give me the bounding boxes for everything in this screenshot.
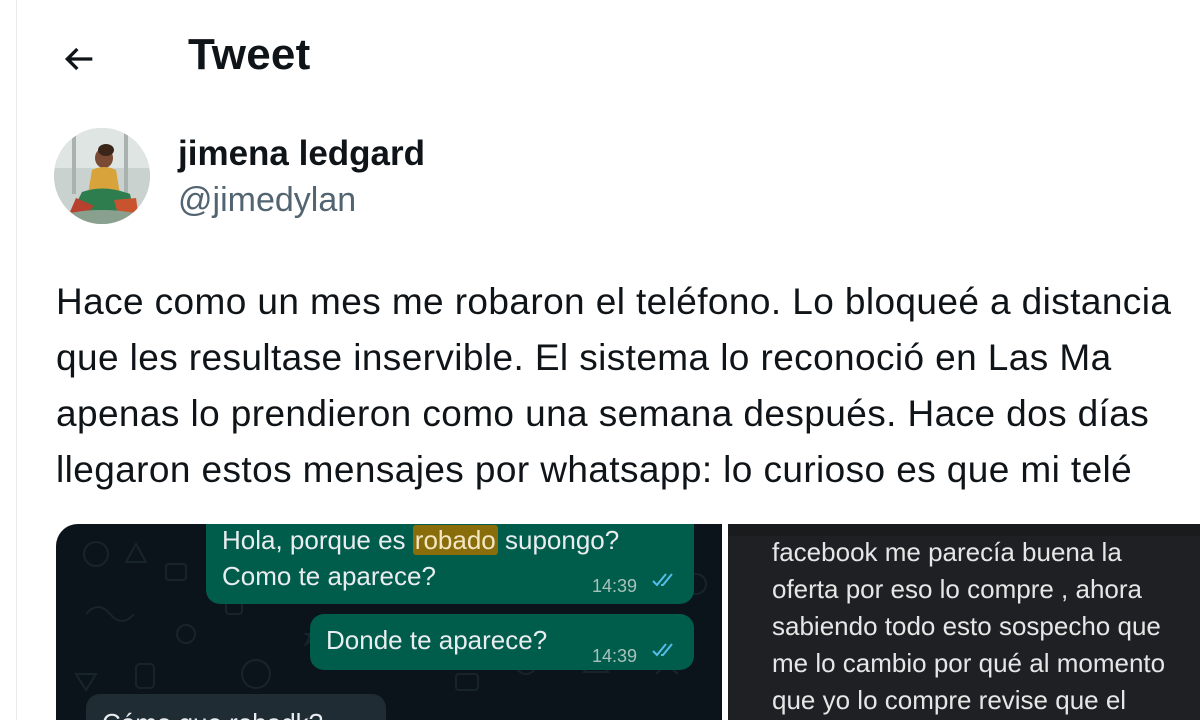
read-ticks-icon bbox=[652, 573, 673, 587]
page-title: Tweet bbox=[188, 30, 311, 79]
avatar-photo bbox=[54, 128, 150, 224]
message-time: 14:39 bbox=[592, 646, 638, 666]
message-line: oferta por eso lo compre , ahora bbox=[772, 574, 1142, 604]
tweet-line: Hace como un mes me robaron el teléfono.… bbox=[56, 281, 1172, 322]
header: Tweet bbox=[0, 0, 1200, 116]
tweet-text: Hace como un mes me robaron el teléfono.… bbox=[56, 274, 1200, 498]
message-line: sabiendo todo esto sospecho que bbox=[772, 611, 1161, 641]
tweet-media: Hola, porque es robado supongo? Como te … bbox=[56, 524, 1200, 720]
search-highlight: robado bbox=[412, 525, 498, 555]
tweet-page: Tweet jimena ledgard @jimedylan Hace com… bbox=[0, 0, 1200, 720]
media-image-whatsapp-chat[interactable]: Hola, porque es robado supongo? Como te … bbox=[56, 524, 722, 720]
avatar[interactable] bbox=[54, 128, 150, 224]
message-line: me lo cambio por qué al momento bbox=[772, 648, 1166, 678]
outgoing-message-bubble[interactable]: Donde te aparece? 14:39 bbox=[310, 614, 694, 670]
tweet-line: apenas lo prendieron como una semana des… bbox=[56, 393, 1150, 434]
arrow-left-icon bbox=[64, 47, 93, 71]
message-line: que yo lo compre revise que el bbox=[772, 685, 1127, 715]
message-line: facebook me parecía buena la bbox=[772, 537, 1122, 567]
message-time: 14:39 bbox=[592, 576, 638, 596]
author-handle[interactable]: @jimedylan bbox=[178, 181, 356, 220]
message-line: Donde te aparece? bbox=[326, 625, 548, 655]
author-display-name[interactable]: jimena ledgard bbox=[178, 134, 425, 174]
message-line: Hola, porque es robado supongo? bbox=[222, 525, 620, 555]
back-button[interactable] bbox=[56, 38, 102, 80]
tweet-line: que les resultase inservible. El sistema… bbox=[56, 337, 1112, 378]
message-text-block: facebook me parecía buena la oferta por … bbox=[772, 534, 1165, 719]
outgoing-message-bubble[interactable]: Hola, porque es robado supongo? Como te … bbox=[206, 524, 694, 604]
read-ticks-icon bbox=[652, 643, 673, 657]
message-line: Cómo que robadk? bbox=[102, 708, 323, 720]
incoming-message-bubble[interactable]: Cómo que robadk? bbox=[86, 694, 386, 720]
tweet-line: llegaron estos mensajes por whatsapp: lo… bbox=[56, 449, 1133, 490]
media-image-message-text[interactable]: facebook me parecía buena la oferta por … bbox=[728, 524, 1200, 720]
message-line: Como te aparece? bbox=[222, 561, 436, 591]
